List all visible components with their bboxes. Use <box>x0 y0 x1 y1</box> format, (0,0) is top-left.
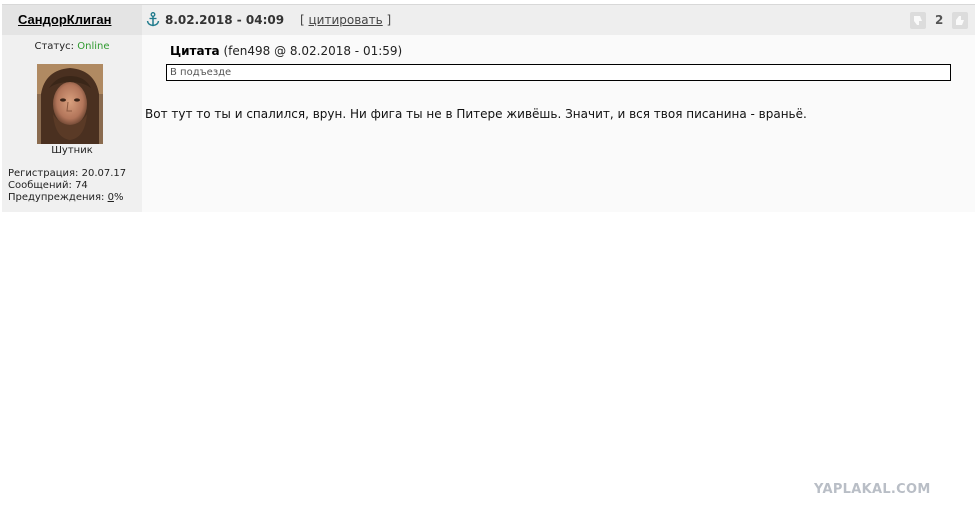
registration-date: 20.07.17 <box>81 168 127 179</box>
quote-title: Цитата <box>170 44 220 58</box>
quote-bracket-close: ] <box>386 13 392 27</box>
vote-down-button[interactable] <box>910 12 926 29</box>
thumb-down-icon <box>914 16 922 25</box>
registration-label: Регистрация: <box>8 168 79 179</box>
warnings-suffix: % <box>113 192 124 203</box>
messages-count: 74 <box>75 180 88 191</box>
vote-up-button[interactable] <box>952 12 968 29</box>
quote-action: [ цитировать ] <box>300 13 391 27</box>
quote-button[interactable]: цитировать <box>309 13 383 27</box>
warnings-label: Предупреждения: <box>8 192 105 203</box>
quote-text: В подъезде <box>170 67 232 78</box>
quote-header: Цитата (fen498 @ 8.02.2018 - 01:59) <box>170 44 402 58</box>
author-stats: Регистрация: 20.07.17 Сообщений: 74 Пред… <box>8 168 126 204</box>
messages-line: Сообщений: 74 <box>8 180 126 192</box>
post-date: 8.02.2018 - 04:09 <box>165 13 285 27</box>
avatar[interactable] <box>37 64 103 144</box>
status-label: Статус: <box>34 41 75 52</box>
forum-post: СандорКлиган 8.02.2018 - 04:09 [ цитиров… <box>2 4 975 212</box>
quote-box: В подъезде <box>166 64 951 81</box>
author-status: Статус: Online <box>2 41 142 52</box>
author-rank: Шутник <box>51 145 93 156</box>
author-name-link[interactable]: СандорКлиган <box>18 12 111 27</box>
author-sidebar: Статус: Online Шутник Регистрация: 20.07… <box>2 35 142 212</box>
warnings-line: Предупреждения: 0% <box>8 192 126 204</box>
anchor-icon[interactable] <box>146 12 160 27</box>
thumb-up-icon <box>956 16 964 25</box>
rating-count: 2 <box>935 13 944 27</box>
author-name-cell: СандорКлиган <box>2 5 142 35</box>
post-body: Вот тут то ты и спалился, врун. Ни фига … <box>145 107 807 121</box>
quote-bracket-open: [ <box>300 13 305 27</box>
post-header: СандорКлиган 8.02.2018 - 04:09 [ цитиров… <box>2 4 975 35</box>
site-watermark: YAPLAKAL.COM <box>814 482 931 497</box>
messages-label: Сообщений: <box>8 180 72 191</box>
quote-meta: (fen498 @ 8.02.2018 - 01:59) <box>223 44 403 58</box>
registration-line: Регистрация: 20.07.17 <box>8 168 126 180</box>
status-online-value: Online <box>77 41 110 52</box>
